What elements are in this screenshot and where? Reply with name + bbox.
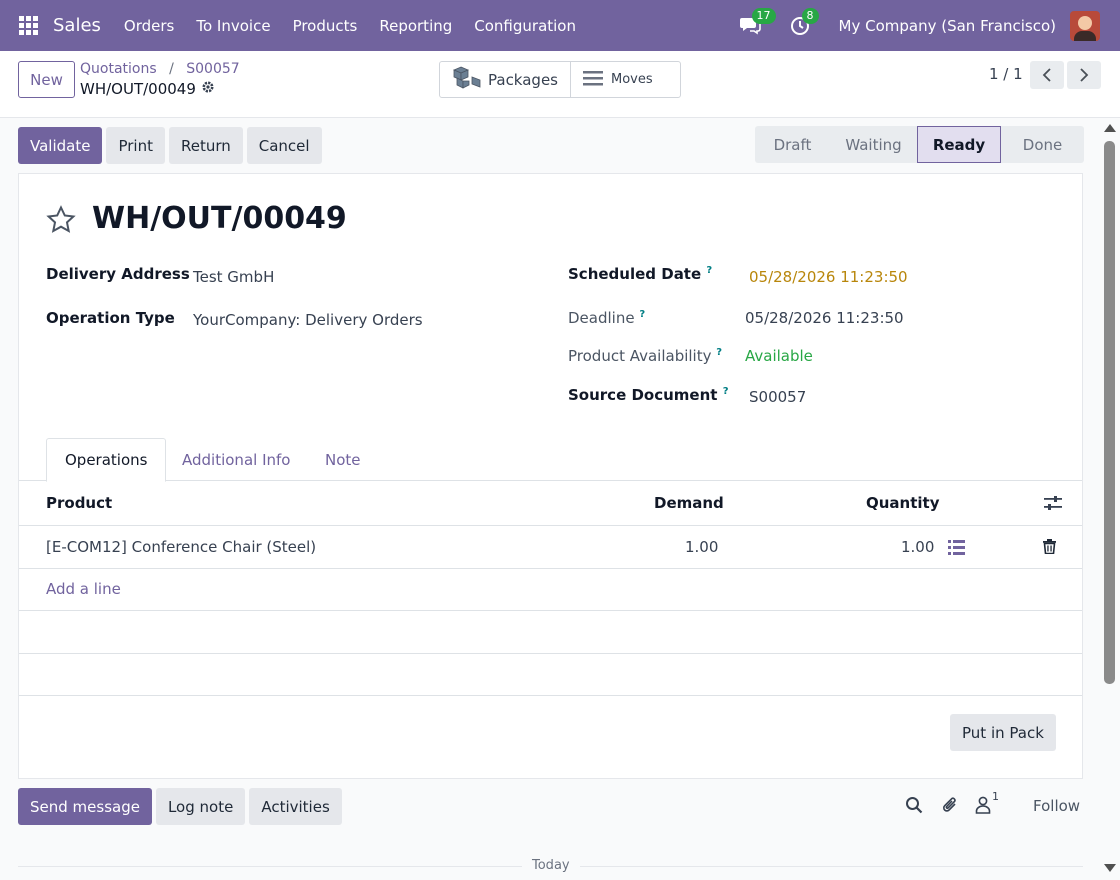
apps-grid-icon[interactable] [19,15,39,36]
smart-buttons: Packages Moves [439,61,681,98]
column-settings-icon[interactable] [1044,494,1062,516]
followers-icon[interactable]: 1 [975,790,999,818]
cubes-icon [452,66,482,94]
search-icon[interactable] [905,796,923,818]
empty-row [19,654,1082,696]
scroll-down-arrow-icon[interactable] [1104,864,1116,872]
pager-previous-button[interactable] [1030,61,1064,89]
tab-note[interactable]: Note [307,438,379,481]
delivery-address-field[interactable]: Test GmbH [193,268,274,286]
operation-type-field[interactable]: YourCompany: Delivery Orders [193,311,423,329]
delete-line-icon[interactable] [1043,539,1056,558]
pager-next-button[interactable] [1067,61,1101,89]
detailed-operations-icon[interactable] [948,540,965,559]
validate-button[interactable]: Validate [18,127,103,164]
deadline-field: 05/28/2026 11:23:50 [745,309,904,327]
activities-button[interactable]: Activities [249,788,342,825]
stage-draft[interactable]: Draft [755,126,830,163]
form-sheet: WH/OUT/00049 Delivery Address Test GmbH … [18,173,1083,779]
menu-orders[interactable]: Orders [113,17,185,35]
breadcrumb-quotations[interactable]: Quotations [80,61,157,77]
activities-clock-icon[interactable]: 8 [789,7,819,38]
column-product[interactable]: Product [46,494,112,512]
menu-products[interactable]: Products [282,17,369,35]
company-switcher[interactable]: My Company (San Francisco) [839,17,1056,35]
stage-waiting[interactable]: Waiting [830,126,917,163]
form-actions: Validate Print Return Cancel [18,127,326,164]
app-brand[interactable]: Sales [53,15,101,36]
column-quantity[interactable]: Quantity [866,494,940,512]
help-icon[interactable]: ? [706,265,712,276]
moves-button[interactable]: Moves [570,62,665,97]
table-header: Product Demand Quantity [19,481,1082,526]
help-icon[interactable]: ? [723,386,729,397]
top-navbar: Sales Orders To Invoice Products Reporti… [0,0,1120,51]
status-bar: Draft Waiting Ready Done [755,126,1084,163]
empty-row [19,611,1082,654]
menu-to-invoice[interactable]: To Invoice [185,17,281,35]
packages-label: Packages [488,70,558,89]
tab-additional-info[interactable]: Additional Info [164,438,308,481]
tab-operations[interactable]: Operations [46,438,167,482]
current-record-name: WH/OUT/00049 [80,80,196,98]
breadcrumb-current: WH/OUT/00049 [80,80,215,98]
record-title: WH/OUT/00049 [92,201,347,236]
log-note-button[interactable]: Log note [155,788,246,825]
source-document-label: Source Document ? [568,386,729,404]
operation-type-label: Operation Type [46,309,175,327]
messages-icon[interactable]: 17 [739,7,776,38]
delivery-address-label: Delivery Address [46,265,190,283]
availability-label: Product Availability ? [568,347,723,365]
gear-icon[interactable] [201,80,215,98]
main-menu: Orders To Invoice Products Reporting Con… [113,17,587,35]
add-line-row: Add a line [19,569,1082,611]
column-demand[interactable]: Demand [654,494,724,512]
row-demand[interactable]: 1.00 [685,538,718,556]
put-in-pack-button[interactable]: Put in Pack [950,714,1056,751]
print-button[interactable]: Print [106,127,165,164]
pager-value[interactable]: 1 / 1 [989,65,1023,83]
moves-label: Moves [611,72,653,87]
breadcrumb: Quotations / S00057 [80,61,240,77]
return-button[interactable]: Return [168,127,243,164]
scheduled-date-field[interactable]: 05/28/2026 11:23:50 [749,268,908,286]
star-icon[interactable] [46,205,76,235]
date-separator-label: Today [522,858,580,873]
scrollbar-thumb[interactable] [1104,141,1115,684]
help-icon[interactable]: ? [639,309,645,320]
chatter-actions: Send message Log note Activities [18,788,346,825]
table-row[interactable]: [E-COM12] Conference Chair (Steel) 1.00 … [19,526,1082,569]
packages-button[interactable]: Packages [440,62,570,97]
menu-reporting[interactable]: Reporting [368,17,463,35]
new-button[interactable]: New [18,61,75,98]
messages-badge: 17 [751,7,776,24]
scroll-up-arrow-icon[interactable] [1104,124,1116,132]
user-avatar[interactable] [1070,10,1100,41]
chatter-topbar-icons: 1 [905,790,999,819]
scheduled-date-label: Scheduled Date ? [568,265,713,283]
control-panel: New Quotations / S00057 WH/OUT/00049 Pac… [0,51,1120,118]
availability-field: Available [745,347,813,365]
bars-icon [583,70,603,90]
breadcrumb-separator: / [169,61,174,77]
row-product[interactable]: [E-COM12] Conference Chair (Steel) [46,538,316,556]
notebook-tabs: Operations Additional Info Note [19,438,1082,482]
paperclip-icon[interactable] [941,796,959,818]
navbar-systray: 17 8 My Company (San Francisco) [739,0,1120,51]
stage-done[interactable]: Done [1001,126,1084,163]
activities-badge: 8 [801,7,819,24]
send-message-button[interactable]: Send message [18,788,152,825]
help-icon[interactable]: ? [716,347,722,358]
deadline-label: Deadline ? [568,309,646,327]
row-quantity[interactable]: 1.00 [901,538,934,556]
followers-count: 1 [992,790,999,803]
follow-button[interactable]: Follow [1033,797,1080,815]
stage-ready[interactable]: Ready [917,126,1001,163]
breadcrumb-order[interactable]: S00057 [186,61,239,77]
source-document-field[interactable]: S00057 [749,388,806,406]
cancel-button[interactable]: Cancel [246,127,322,164]
menu-configuration[interactable]: Configuration [463,17,587,35]
add-line-link[interactable]: Add a line [46,580,121,598]
